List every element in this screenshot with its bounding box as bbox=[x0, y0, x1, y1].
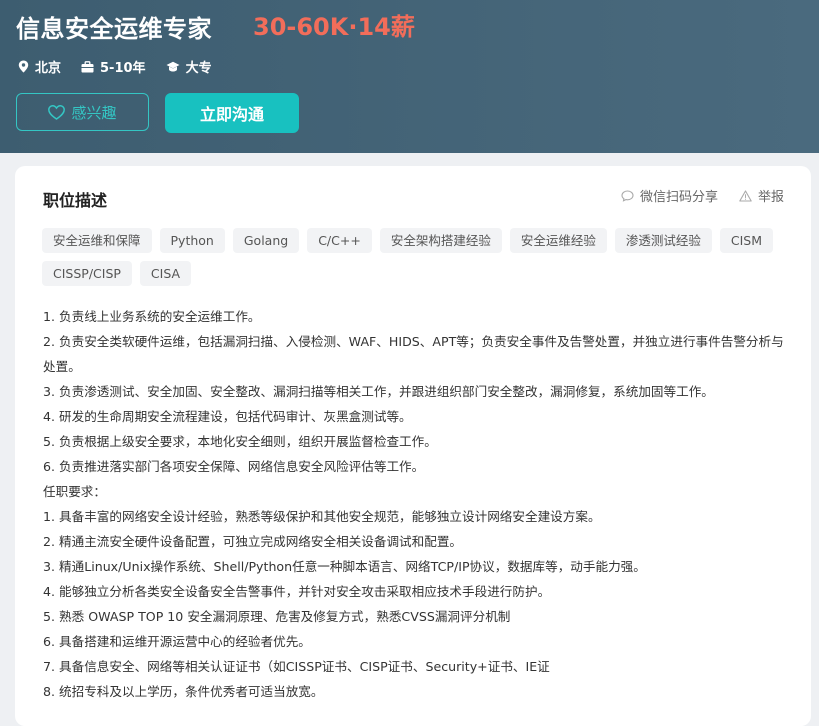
job-meta: 北京 5-10年 大专 bbox=[18, 57, 232, 76]
job-header: 信息安全运维专家 30-60K·14薪 北京 5-10年 大专 感兴趣 立即沟通 bbox=[0, 0, 819, 153]
skill-tag: CISA bbox=[139, 261, 192, 286]
skill-tag: Python bbox=[159, 228, 225, 253]
education-text: 大专 bbox=[185, 61, 212, 76]
skill-tags: 安全运维和保障 Python Golang C/C++ 安全架构搭建经验 安全运… bbox=[42, 228, 787, 286]
skill-tag: 安全运维和保障 bbox=[42, 228, 152, 253]
job-salary: 30-60K·14薪 bbox=[253, 13, 415, 41]
description-line: 5. 负责根据上级安全要求，本地化安全细则，组织开展监督检查工作。 bbox=[43, 434, 437, 449]
interested-button[interactable]: 感兴趣 bbox=[16, 93, 149, 131]
description-line: 3. 精通Linux/Unix操作系统、Shell/Python任意一种脚本语言… bbox=[43, 559, 646, 574]
wechat-share-link[interactable]: 微信扫码分享 bbox=[621, 186, 718, 205]
description-line: 4. 研发的生命周期安全流程建设，包括代码审计、灰黑盒测试等。 bbox=[43, 409, 412, 424]
skill-tag: C/C++ bbox=[307, 228, 372, 253]
meta-location: 北京 bbox=[18, 57, 61, 76]
skill-tag: CISM bbox=[719, 228, 773, 253]
skill-tag: 渗透测试经验 bbox=[614, 228, 712, 253]
location-pin-icon bbox=[18, 60, 29, 73]
graduation-cap-icon bbox=[166, 61, 180, 71]
skill-tag: 安全架构搭建经验 bbox=[379, 228, 502, 253]
section-title: 职位描述 bbox=[43, 191, 108, 210]
wechat-chat-icon bbox=[621, 189, 634, 202]
interested-label: 感兴趣 bbox=[71, 103, 117, 122]
description-line: 5. 熟悉 OWASP TOP 10 安全漏洞原理、危害及修复方式，熟悉CVSS… bbox=[43, 609, 511, 624]
meta-education: 大专 bbox=[166, 57, 212, 76]
description-line: 6. 负责推进落实部门各项安全保障、网络信息安全风险评估等工作。 bbox=[43, 459, 425, 474]
job-description-card: 职位描述 微信扫码分享 举报 安全运维和保障 Python Golang C/C… bbox=[15, 166, 811, 726]
description-line: 8. 统招专科及以上学历，条件优秀者可适当放宽。 bbox=[43, 684, 324, 699]
description-line: 2. 负责安全类软硬件运维，包括漏洞扫描、入侵检测、WAF、HIDS、APT等；… bbox=[43, 334, 784, 374]
report-label: 举报 bbox=[758, 190, 785, 205]
description-line: 4. 能够独立分析各类安全设备安全告警事件，并针对安全攻击采取相应技术手段进行防… bbox=[43, 584, 551, 599]
report-link[interactable]: 举报 bbox=[739, 186, 784, 205]
skill-tag: Golang bbox=[232, 228, 300, 253]
description-line: 2. 精通主流安全硬件设备配置，可独立完成网络安全相关设备调试和配置。 bbox=[43, 534, 463, 549]
warning-icon bbox=[739, 189, 752, 202]
experience-text: 5-10年 bbox=[100, 61, 146, 76]
chat-now-label: 立即沟通 bbox=[199, 105, 264, 124]
description-line: 1. 负责线上业务系统的安全运维工作。 bbox=[43, 309, 261, 324]
job-title: 信息安全运维专家 bbox=[16, 15, 212, 43]
chat-now-button[interactable]: 立即沟通 bbox=[165, 93, 299, 133]
text-fade-overlay bbox=[570, 644, 690, 680]
description-line: 3. 负责渗透测试、安全加固、安全整改、漏洞扫描等相关工作，并跟进组织部门安全整… bbox=[43, 384, 714, 399]
heart-icon bbox=[48, 104, 66, 120]
meta-experience: 5-10年 bbox=[81, 57, 146, 76]
requirements-heading: 任职要求： bbox=[43, 484, 106, 499]
share-label: 微信扫码分享 bbox=[640, 190, 719, 205]
description-line: 1. 具备丰富的网络安全设计经验，熟悉等级保护和其他安全规范，能够独立设计网络安… bbox=[43, 509, 601, 524]
skill-tag: 安全运维经验 bbox=[509, 228, 607, 253]
briefcase-icon bbox=[81, 60, 94, 72]
skill-tag: CISSP/CISP bbox=[42, 261, 132, 286]
location-text: 北京 bbox=[35, 61, 62, 76]
